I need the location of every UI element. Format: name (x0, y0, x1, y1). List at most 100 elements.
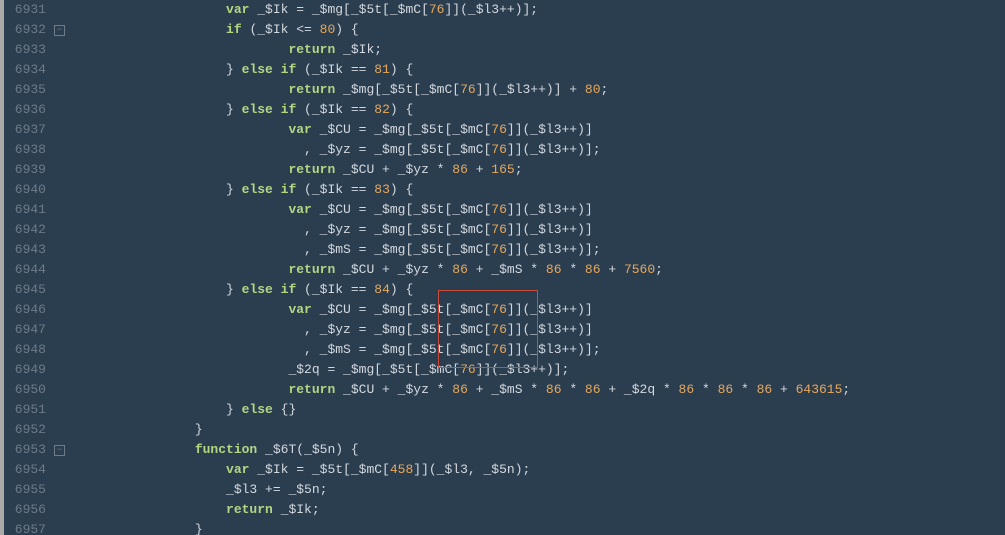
token-num: 83 (374, 182, 390, 197)
code-line[interactable]: , _$yz = _$mg[_$5t[_$mC[76]](_$l3++)]; (70, 140, 1005, 160)
fold-cell (52, 280, 66, 300)
token-kw: var (288, 122, 311, 137)
token-id: , _$yz = _$mg[_$5t[_$mC[ (288, 222, 491, 237)
token-id: _$6T(_$5n) { (257, 442, 358, 457)
token-num: 86 (679, 382, 695, 397)
fold-cell (52, 260, 66, 280)
indent (70, 222, 288, 237)
fold-cell (52, 100, 66, 120)
fold-cell (52, 60, 66, 80)
token-id: (_$Ik == (296, 282, 374, 297)
code-line[interactable]: } else {} (70, 400, 1005, 420)
fold-cell (52, 500, 66, 520)
token-num: 84 (374, 282, 390, 297)
code-line[interactable]: } (70, 420, 1005, 440)
token-num: 82 (374, 102, 390, 117)
token-num: 80 (585, 82, 601, 97)
code-line[interactable]: _$l3 += _$5n; (70, 480, 1005, 500)
code-line[interactable]: , _$mS = _$mg[_$5t[_$mC[76]](_$l3++)]; (70, 240, 1005, 260)
code-line[interactable]: var _$CU = _$mg[_$5t[_$mC[76]](_$l3++)] (70, 200, 1005, 220)
token-id: _$CU = _$mg[_$5t[_$mC[ (312, 202, 491, 217)
token-id: , _$mS = _$mg[_$5t[_$mC[ (288, 242, 491, 257)
fold-toggle-icon[interactable]: − (54, 445, 65, 456)
token-id: (_$Ik == (296, 182, 374, 197)
indent (70, 402, 226, 417)
token-id: ) { (390, 182, 413, 197)
token-id: ) { (390, 62, 413, 77)
token-id: * (562, 382, 585, 397)
token-id: ]](_$l3++)] (507, 302, 593, 317)
line-number: 6931 (4, 0, 46, 20)
token-kw: return (288, 42, 335, 57)
fold-gutter[interactable]: −− (52, 0, 66, 535)
fold-toggle-icon[interactable]: − (54, 25, 65, 36)
code-line[interactable]: if (_$Ik <= 80) { (70, 20, 1005, 40)
code-line[interactable]: var _$CU = _$mg[_$5t[_$mC[76]](_$l3++)] (70, 120, 1005, 140)
token-id: _$l3 += _$5n; (226, 482, 327, 497)
indent (70, 362, 288, 377)
fold-cell (52, 520, 66, 535)
fold-cell (52, 160, 66, 180)
indent (70, 342, 288, 357)
indent (70, 142, 288, 157)
code-editor[interactable]: 6931693269336934693569366937693869396940… (0, 0, 1005, 535)
code-line[interactable]: return _$CU + _$yz * 86 + _$mS * 86 * 86… (70, 260, 1005, 280)
code-line[interactable]: var _$Ik = _$mg[_$5t[_$mC[76]](_$l3++)]; (70, 0, 1005, 20)
token-id: _$CU + _$yz * (335, 262, 452, 277)
indent (70, 162, 288, 177)
fold-cell (52, 220, 66, 240)
token-id: ]](_$l3, _$5n); (413, 462, 530, 477)
code-line[interactable]: function _$6T(_$5n) { (70, 440, 1005, 460)
indent (70, 302, 288, 317)
token-id: , _$yz = _$mg[_$5t[_$mC[ (288, 142, 491, 157)
code-line[interactable]: return _$CU + _$yz * 86 + _$mS * 86 * 86… (70, 380, 1005, 400)
indent (70, 42, 288, 57)
code-line[interactable]: } else if (_$Ik == 81) { (70, 60, 1005, 80)
token-id: _$CU + _$yz * (335, 382, 452, 397)
code-line[interactable]: var _$Ik = _$5t[_$mC[458]](_$l3, _$5n); (70, 460, 1005, 480)
code-line[interactable]: } else if (_$Ik == 82) { (70, 100, 1005, 120)
indent (70, 102, 226, 117)
token-id: , _$yz = _$mg[_$5t[_$mC[ (288, 322, 491, 337)
indent (70, 122, 288, 137)
token-id: + (601, 262, 624, 277)
token-num: 76 (491, 342, 507, 357)
code-line[interactable]: return _$Ik; (70, 500, 1005, 520)
line-number: 6942 (4, 220, 46, 240)
token-kw: return (288, 82, 335, 97)
token-id: (_$Ik == (296, 102, 374, 117)
fold-cell (52, 140, 66, 160)
code-line[interactable]: return _$mg[_$5t[_$mC[76]](_$l3++)] + 80… (70, 80, 1005, 100)
code-line[interactable]: , _$yz = _$mg[_$5t[_$mC[76]](_$l3++)] (70, 320, 1005, 340)
line-number: 6935 (4, 80, 46, 100)
fold-cell (52, 380, 66, 400)
indent (70, 242, 288, 257)
token-id: , _$mS = _$mg[_$5t[_$mC[ (288, 342, 491, 357)
line-number: 6948 (4, 340, 46, 360)
token-id: + (468, 162, 491, 177)
token-id: _$CU = _$mg[_$5t[_$mC[ (312, 122, 491, 137)
fold-cell (52, 400, 66, 420)
token-kw: else if (242, 182, 297, 197)
code-area[interactable]: var _$Ik = _$mg[_$5t[_$mC[76]](_$l3++)];… (66, 0, 1005, 535)
token-num: 86 (585, 262, 601, 277)
code-line[interactable]: } else if (_$Ik == 83) { (70, 180, 1005, 200)
indent (70, 482, 226, 497)
code-line[interactable]: _$2q = _$mg[_$5t[_$mC[76]](_$l3++)]; (70, 360, 1005, 380)
code-line[interactable]: return _$Ik; (70, 40, 1005, 60)
fold-cell (52, 320, 66, 340)
line-number: 6934 (4, 60, 46, 80)
code-line[interactable]: var _$CU = _$mg[_$5t[_$mC[76]](_$l3++)] (70, 300, 1005, 320)
code-line[interactable]: } else if (_$Ik == 84) { (70, 280, 1005, 300)
code-line[interactable]: } (70, 520, 1005, 535)
token-num: 76 (460, 82, 476, 97)
code-line[interactable]: return _$CU + _$yz * 86 + 165; (70, 160, 1005, 180)
code-line[interactable]: , _$yz = _$mg[_$5t[_$mC[76]](_$l3++)] (70, 220, 1005, 240)
token-id: {} (273, 402, 296, 417)
token-id: } (226, 102, 242, 117)
line-number: 6949 (4, 360, 46, 380)
token-id: * (694, 382, 717, 397)
token-id: ]](_$l3++)] (507, 222, 593, 237)
token-id: ) { (390, 102, 413, 117)
code-line[interactable]: , _$mS = _$mg[_$5t[_$mC[76]](_$l3++)]; (70, 340, 1005, 360)
